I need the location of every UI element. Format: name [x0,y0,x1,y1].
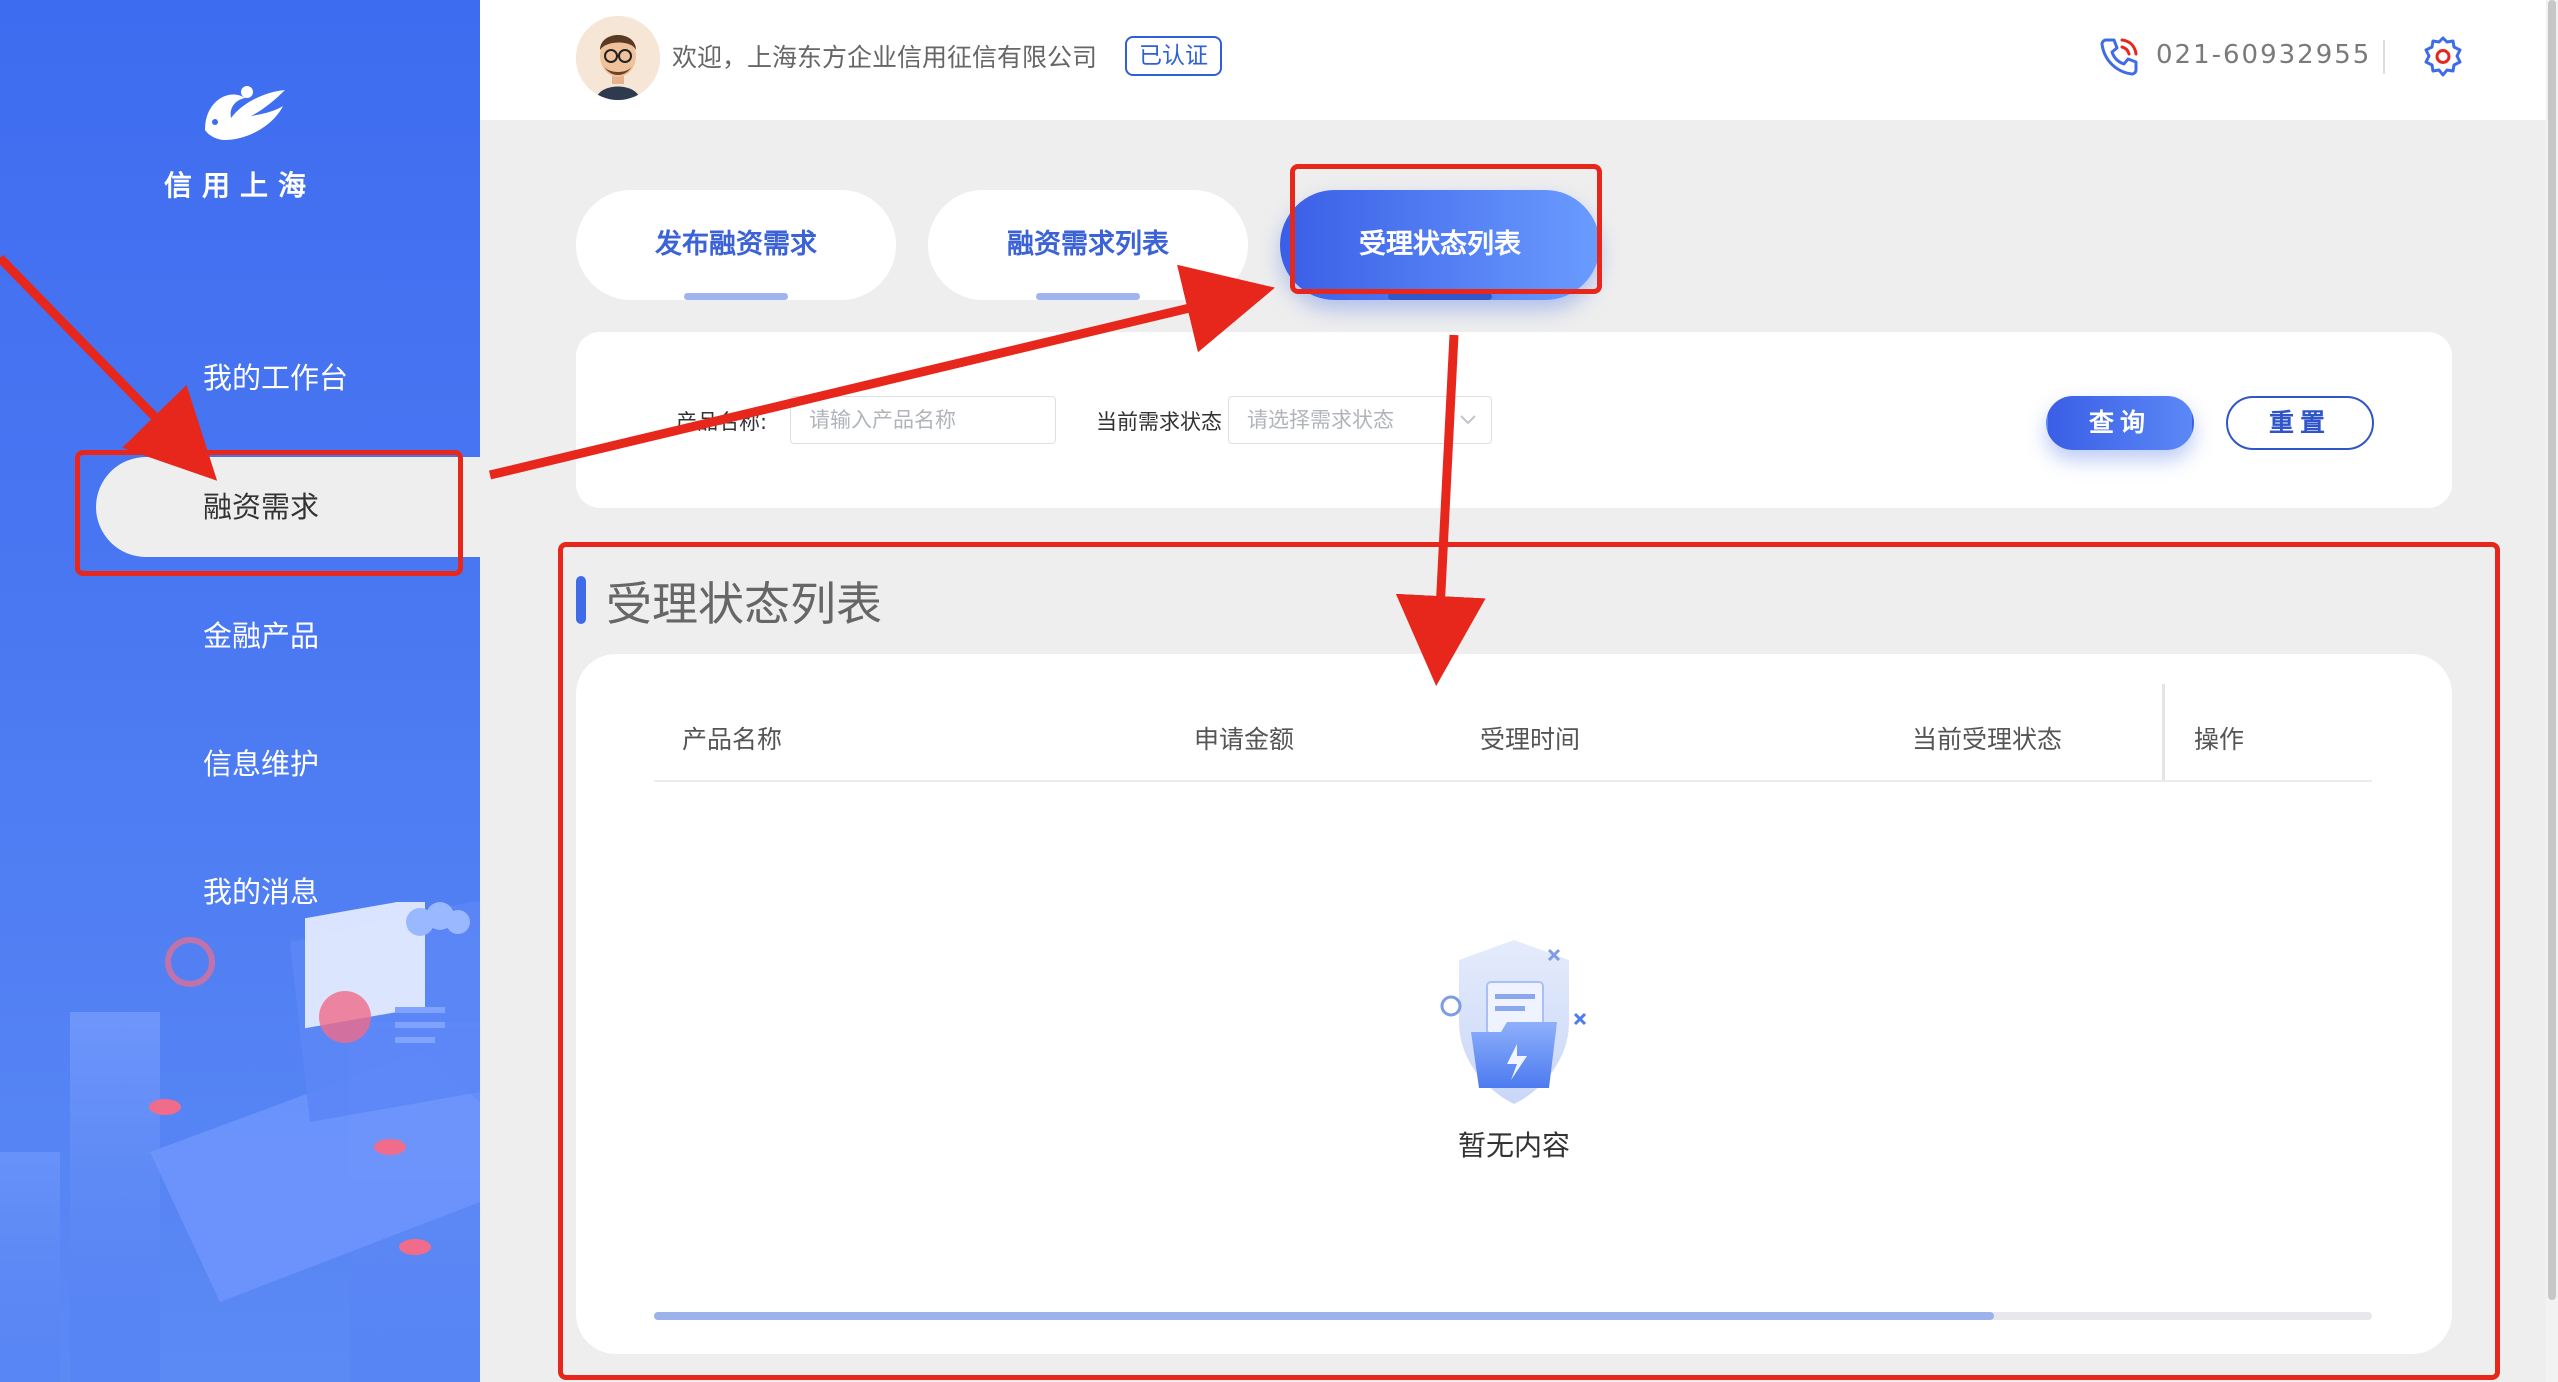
page-scrollbar-thumb[interactable] [2548,0,2556,1300]
arrow-to-tab [488,264,1276,480]
arrow-to-menu [0,254,218,481]
annotation-arrows [0,254,1486,686]
page-scrollbar[interactable] [2546,0,2558,1382]
arrow-to-table [1395,334,1486,686]
